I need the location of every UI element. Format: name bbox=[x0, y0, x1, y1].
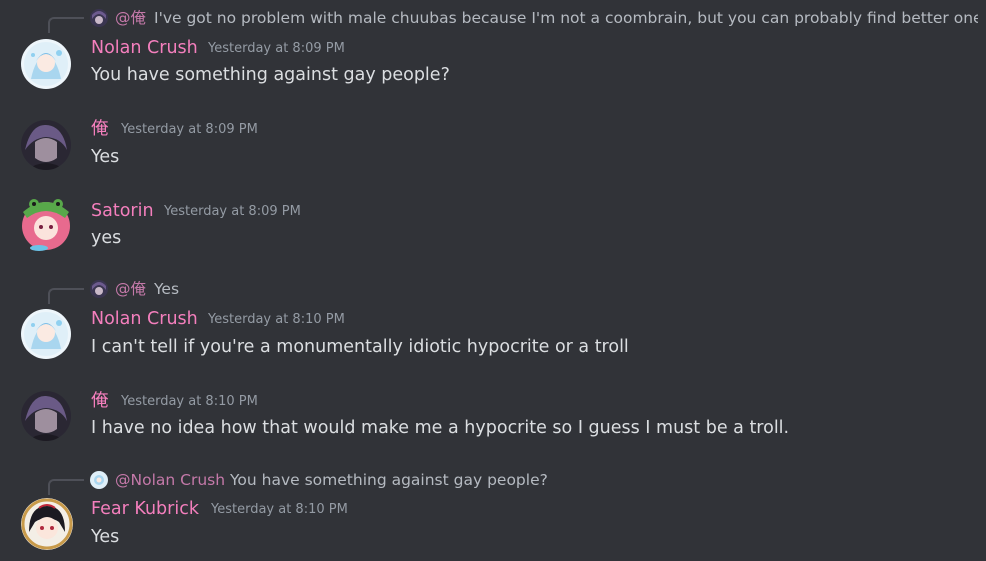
reply-text[interactable]: I've got no problem with male chuubas be… bbox=[154, 7, 978, 29]
message-timestamp: Yesterday at 8:09 PM bbox=[164, 204, 301, 219]
message-author[interactable]: Nolan Crush bbox=[91, 308, 198, 330]
message-item: Satorin Yesterday at 8:09 PM yes bbox=[0, 180, 986, 270]
reply-preview[interactable]: @俺 Yes bbox=[48, 278, 948, 304]
message-timestamp: Yesterday at 8:10 PM bbox=[121, 394, 258, 409]
reply-avatar-ore bbox=[90, 280, 108, 298]
ore-avatar[interactable] bbox=[21, 391, 71, 441]
message-author[interactable]: 俺 bbox=[91, 390, 109, 412]
nolan-crush-avatar[interactable] bbox=[21, 309, 71, 359]
message-author[interactable]: 俺 bbox=[91, 118, 109, 140]
reply-preview[interactable]: @俺 I've got no problem with male chuubas… bbox=[48, 7, 978, 33]
message-content: I have no idea how that would make me a … bbox=[91, 418, 790, 438]
reply-preview[interactable]: @Nolan Crush You have something against … bbox=[48, 469, 948, 495]
message-item: 俺 Yesterday at 8:10 PM I have no idea ho… bbox=[0, 380, 986, 462]
message-author[interactable]: Nolan Crush bbox=[91, 37, 198, 59]
message-content: Yes bbox=[91, 527, 120, 547]
reply-avatar-nolan-crush bbox=[90, 471, 108, 489]
reply-avatar-ore bbox=[90, 9, 108, 27]
reply-author-mention[interactable]: @Nolan Crush bbox=[115, 469, 225, 491]
reply-spine bbox=[48, 479, 84, 495]
reply-author-mention[interactable]: @俺 bbox=[115, 278, 146, 300]
nolan-crush-avatar[interactable] bbox=[21, 39, 71, 89]
reply-text[interactable]: You have something against gay people? bbox=[230, 469, 550, 491]
message-timestamp: Yesterday at 8:10 PM bbox=[211, 502, 348, 517]
message-item: 俺 Yesterday at 8:09 PM Yes bbox=[0, 100, 986, 180]
reply-text[interactable]: Yes bbox=[154, 278, 354, 300]
fear-kubrick-avatar[interactable] bbox=[21, 498, 73, 550]
reply-author-mention[interactable]: @俺 bbox=[115, 7, 146, 29]
ore-avatar[interactable] bbox=[21, 120, 71, 170]
message-timestamp: Yesterday at 8:09 PM bbox=[121, 122, 258, 137]
message-content: Yes bbox=[91, 147, 120, 167]
message-timestamp: Yesterday at 8:09 PM bbox=[208, 41, 345, 56]
satorin-avatar[interactable] bbox=[21, 198, 71, 251]
reply-spine bbox=[48, 17, 84, 33]
message-content: You have something against gay people? bbox=[91, 65, 450, 85]
message-content: I can't tell if you're a monumentally id… bbox=[91, 337, 629, 357]
chat-message-list: @俺 I've got no problem with male chuubas… bbox=[0, 0, 986, 561]
message-author[interactable]: Fear Kubrick bbox=[91, 498, 199, 520]
message-author[interactable]: Satorin bbox=[91, 200, 154, 222]
message-item: @俺 Yes Nolan Crush Yesterday at 8:10 PM … bbox=[0, 270, 986, 380]
reply-spine bbox=[48, 288, 84, 304]
message-item: @Nolan Crush You have something against … bbox=[0, 462, 986, 561]
message-content: yes bbox=[91, 228, 122, 248]
message-timestamp: Yesterday at 8:10 PM bbox=[208, 312, 345, 327]
message-item: @俺 I've got no problem with male chuubas… bbox=[0, 0, 986, 100]
